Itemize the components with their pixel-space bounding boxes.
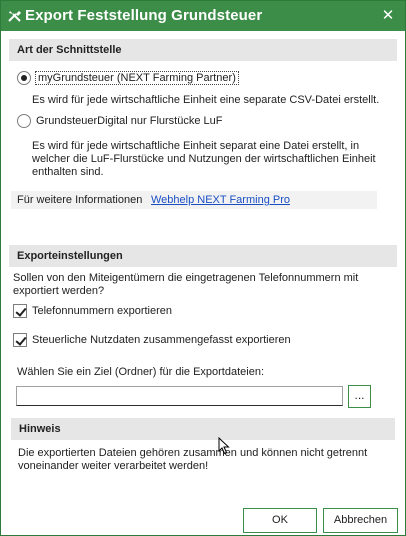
- hint-text: Die exportierten Dateien gehören zusamme…: [18, 447, 368, 472]
- radio-label-mygrundsteuer[interactable]: myGrundsteuer (NEXT Farming Partner): [35, 71, 239, 85]
- window-title: Export Feststellung Grundsteuer: [25, 7, 263, 24]
- radio-grundsteuerdigital[interactable]: GrundsteuerDigital nur Flurstücke LuF: [17, 112, 222, 130]
- info-row: Für weitere Informationen Webhelp NEXT F…: [11, 191, 377, 209]
- checkbox-tax-label[interactable]: Steuerliche Nutzdaten zusammengefasst ex…: [32, 334, 291, 346]
- hint-section-header: Hinweis: [11, 418, 395, 440]
- radio-mygrundsteuer[interactable]: myGrundsteuer (NEXT Farming Partner): [17, 69, 239, 87]
- tools-icon: [8, 11, 21, 22]
- ok-button[interactable]: OK: [243, 508, 317, 533]
- checkbox-phone[interactable]: [13, 304, 27, 318]
- export-settings-header: Exporteinstellungen: [9, 245, 397, 267]
- option1-description: Es wird für jede wirtschaftliche Einheit…: [32, 94, 380, 106]
- checkbox-phone-label[interactable]: Telefonnummern exportieren: [32, 305, 172, 317]
- webhelp-link[interactable]: Webhelp NEXT Farming Pro: [151, 191, 290, 209]
- export-dialog: Export Feststellung Grundsteuer ✕ Art de…: [0, 0, 406, 536]
- cancel-button[interactable]: Abbrechen: [323, 508, 398, 533]
- radio-button-unselected[interactable]: [17, 114, 31, 128]
- interface-section-header: Art der Schnittstelle: [9, 39, 397, 61]
- title-bar: Export Feststellung Grundsteuer ✕: [1, 1, 405, 31]
- checkbox-tax-data-export[interactable]: Steuerliche Nutzdaten zusammengefasst ex…: [13, 332, 291, 348]
- radio-label-grundsteuerdigital[interactable]: GrundsteuerDigital nur Flurstücke LuF: [36, 115, 222, 127]
- target-folder-input[interactable]: [16, 386, 343, 406]
- info-label: Für weitere Informationen: [17, 194, 143, 206]
- close-icon[interactable]: ✕: [379, 7, 397, 25]
- option2-description: Es wird für jede wirtschaftliche Einheit…: [32, 140, 376, 178]
- phone-question: Sollen von den Miteigentümern die einget…: [13, 272, 359, 297]
- checkbox-tax[interactable]: [13, 333, 27, 347]
- browse-button[interactable]: ...: [348, 385, 371, 408]
- checkbox-phone-export[interactable]: Telefonnummern exportieren: [13, 303, 172, 319]
- mouse-pointer-icon: [218, 437, 230, 455]
- target-folder-label: Wählen Sie ein Ziel (Ordner) für die Exp…: [17, 366, 265, 378]
- radio-button-selected[interactable]: [17, 71, 31, 85]
